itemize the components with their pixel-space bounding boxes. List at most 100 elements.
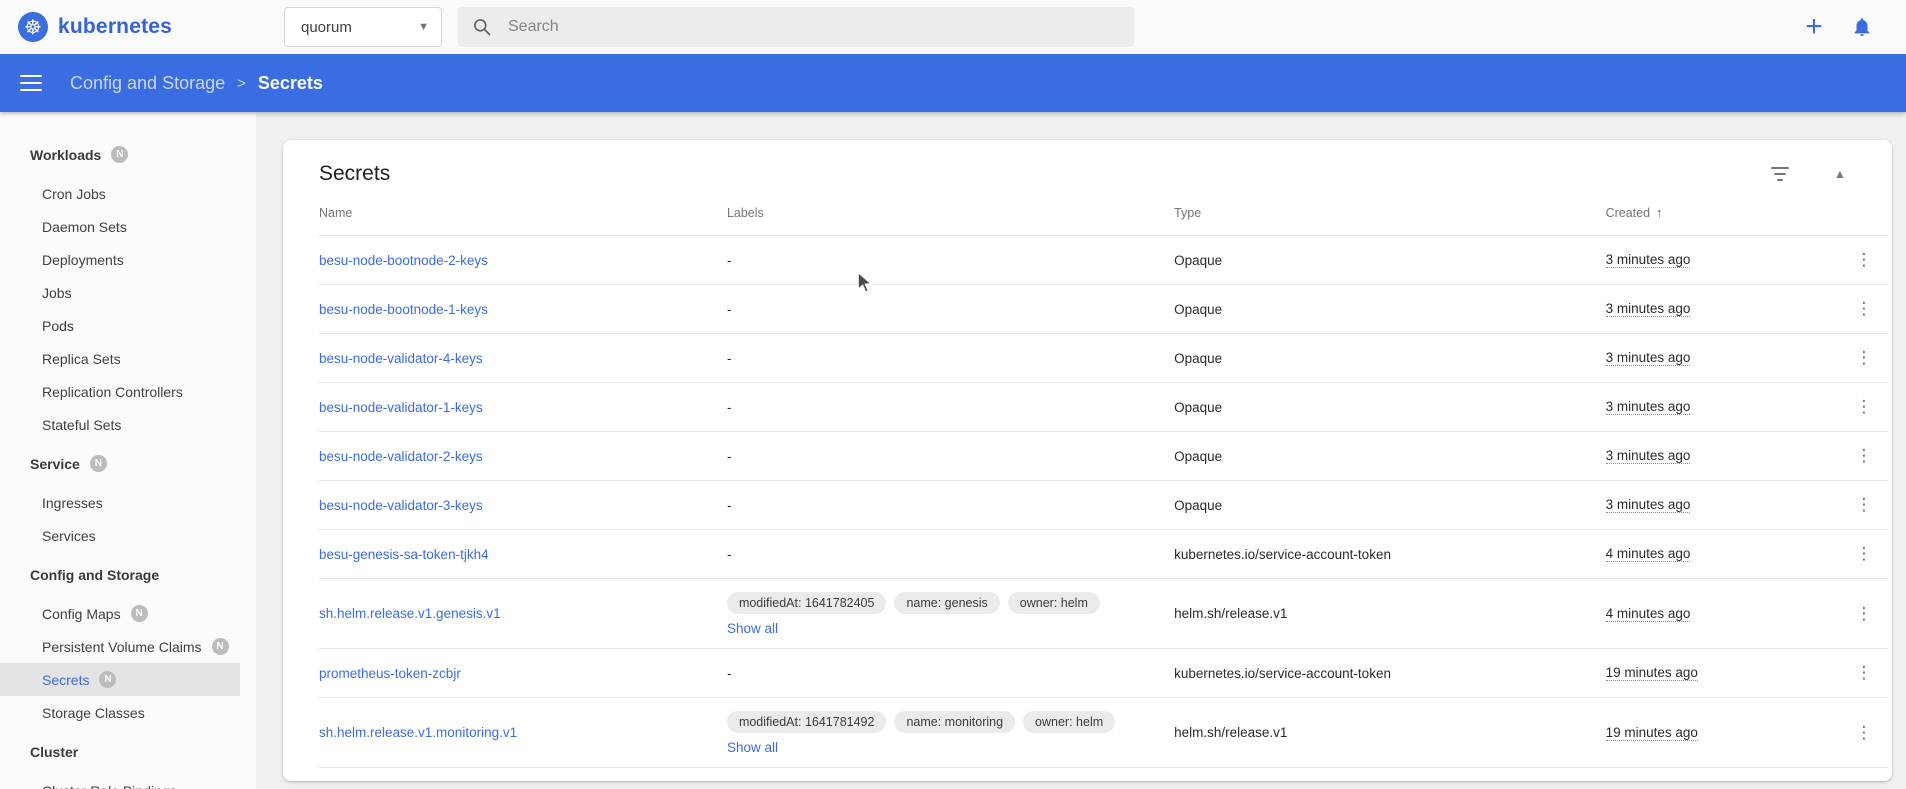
row-menu-cell: ⋮ [1840,698,1888,767]
secret-link[interactable]: besu-node-validator-4-keys [319,351,483,366]
row-actions-menu-button[interactable]: ⋮ [1850,344,1878,372]
created-cell: 3 minutes ago [1606,285,1840,333]
sidebar-item-deployments[interactable]: Deployments [0,243,240,276]
type-cell: kubernetes.io/service-account-token [1174,649,1605,697]
sidebar-item-replica-sets[interactable]: Replica Sets [0,342,240,375]
hamburger-icon [20,75,42,77]
row-actions-menu-button[interactable]: ⋮ [1850,393,1878,421]
namespaced-badge: N [212,638,229,655]
create-resource-button[interactable]: + [1794,7,1834,47]
column-header-created[interactable]: Created ↑ [1606,205,1840,220]
labels-cell: modifiedAt: 1641781492name: monitoringow… [727,698,1174,767]
column-header-type[interactable]: Type [1174,206,1605,220]
sidebar-item-replication-controllers[interactable]: Replication Controllers [0,375,240,408]
secret-link[interactable]: prometheus-token-zcbjr [319,666,461,681]
sidebar-item-label: Services [42,528,96,544]
sidebar-item-cron-jobs[interactable]: Cron Jobs [0,177,240,210]
table-row: besu-node-validator-2-keys-Opaque3 minut… [319,432,1888,481]
sidebar-item-stateful-sets[interactable]: Stateful Sets [0,408,240,441]
breadcrumb-parent-link[interactable]: Config and Storage [70,73,225,94]
sidebar-group-workloads[interactable]: WorkloadsN [0,138,256,171]
sidebar-item-storage-classes[interactable]: Storage Classes [0,696,240,729]
table-row: sh.helm.release.v1.monitoring.v1 modified… [319,698,1888,768]
labels-value: - [727,351,732,366]
created-value: 4 minutes ago [1606,606,1691,622]
row-actions-menu-button[interactable]: ⋮ [1850,491,1878,519]
kebab-icon: ⋮ [1856,663,1873,683]
kubernetes-logo[interactable]: ☸ kubernetes [0,12,256,42]
table-header-row: Name Labels Type Created ↑ [319,190,1888,236]
created-value: 19 minutes ago [1606,725,1698,741]
sidebar-item-pods[interactable]: Pods [0,309,240,342]
column-header-name[interactable]: Name [319,206,727,220]
label-chip: name: monitoring [894,711,1015,733]
sidebar-group-label: Config and Storage [30,567,159,583]
last-page-button[interactable] [1836,773,1876,781]
secret-link[interactable]: besu-node-bootnode-1-keys [319,302,488,317]
sidebar-group-config-and-storage[interactable]: Config and Storage [0,558,256,591]
search-bar[interactable] [458,7,1134,47]
table-row: besu-genesis-sa-token-tjkh4-kubernetes.i… [319,530,1888,579]
show-all-link[interactable]: Show all [727,740,778,755]
secret-name-cell: besu-node-validator-3-keys [319,481,727,529]
type-cell: kubernetes.io/service-account-token [1174,530,1605,578]
row-actions-menu-button[interactable]: ⋮ [1850,295,1878,323]
first-page-button[interactable] [1704,773,1744,781]
table-row: besu-node-validator-1-keys-Opaque3 minut… [319,383,1888,432]
sidebar-item-daemon-sets[interactable]: Daemon Sets [0,210,240,243]
secret-link[interactable]: besu-node-validator-1-keys [319,400,483,415]
sidebar-item-jobs[interactable]: Jobs [0,276,240,309]
secret-link[interactable]: besu-node-validator-2-keys [319,449,483,464]
notifications-button[interactable] [1842,7,1882,47]
secret-link[interactable]: besu-genesis-sa-token-tjkh4 [319,547,489,562]
secret-name-cell: prometheus-token-zcbjr [319,649,727,697]
secret-name-cell: besu-genesis-sa-token-tjkh4 [319,530,727,578]
secret-name-cell: besu-node-validator-2-keys [319,432,727,480]
label-chip: owner: helm [1008,592,1100,614]
namespaced-badge: N [99,671,116,688]
row-actions-menu-button[interactable]: ⋮ [1850,719,1878,747]
created-cell: 3 minutes ago [1606,432,1840,480]
type-cell: Opaque [1174,236,1605,284]
kebab-icon: ⋮ [1856,250,1873,270]
next-page-button[interactable] [1792,773,1832,781]
labels-cell: - [727,649,1174,697]
created-cell: 3 minutes ago [1606,383,1840,431]
row-menu-cell: ⋮ [1840,334,1888,382]
search-input[interactable] [508,18,1120,36]
collapse-card-button[interactable]: ▲ [1828,167,1852,181]
row-actions-menu-button[interactable]: ⋮ [1850,600,1878,628]
sidebar-item-label: Daemon Sets [42,219,127,235]
sidebar-item-label: Secrets [42,672,89,688]
sidebar-group-service[interactable]: ServiceN [0,447,256,480]
previous-page-button[interactable] [1748,773,1788,781]
pagination: 1 – 10 of 11 [319,768,1888,781]
show-all-link[interactable]: Show all [727,621,778,636]
sidebar-item-cluster-role-bindings[interactable]: Cluster Role Bindings [0,774,240,789]
sidebar-item-services[interactable]: Services [0,519,240,552]
secret-name-cell: besu-node-validator-1-keys [319,383,727,431]
filter-icon[interactable] [1768,162,1792,186]
row-actions-menu-button[interactable]: ⋮ [1850,246,1878,274]
sidebar-item-label: Deployments [42,252,124,268]
sidebar-item-config-maps[interactable]: Config MapsN [0,597,240,630]
sidebar-item-label: Persistent Volume Claims [42,639,202,655]
namespace-select[interactable]: quorum ▼ [284,7,442,47]
row-menu-cell: ⋮ [1840,285,1888,333]
labels-value: - [727,498,732,513]
secret-link[interactable]: besu-node-bootnode-2-keys [319,253,488,268]
menu-toggle-button[interactable] [16,63,56,103]
sidebar-item-secrets[interactable]: Secrets N [0,663,240,696]
column-header-labels[interactable]: Labels [727,206,1174,220]
secret-link[interactable]: besu-node-validator-3-keys [319,498,483,513]
sidebar-group-cluster[interactable]: Cluster [0,735,256,768]
row-actions-menu-button[interactable]: ⋮ [1850,540,1878,568]
breadcrumb: Config and Storage > Secrets [70,73,323,94]
secret-link[interactable]: sh.helm.release.v1.monitoring.v1 [319,725,517,740]
sidebar-item-ingresses[interactable]: Ingresses [0,486,240,519]
row-actions-menu-button[interactable]: ⋮ [1850,442,1878,470]
secret-link[interactable]: sh.helm.release.v1.genesis.v1 [319,606,501,621]
row-actions-menu-button[interactable]: ⋮ [1850,659,1878,687]
sidebar-item-persistent-volume-claims[interactable]: Persistent Volume Claims N [0,630,240,663]
secret-name-cell: besu-node-bootnode-1-keys [319,285,727,333]
